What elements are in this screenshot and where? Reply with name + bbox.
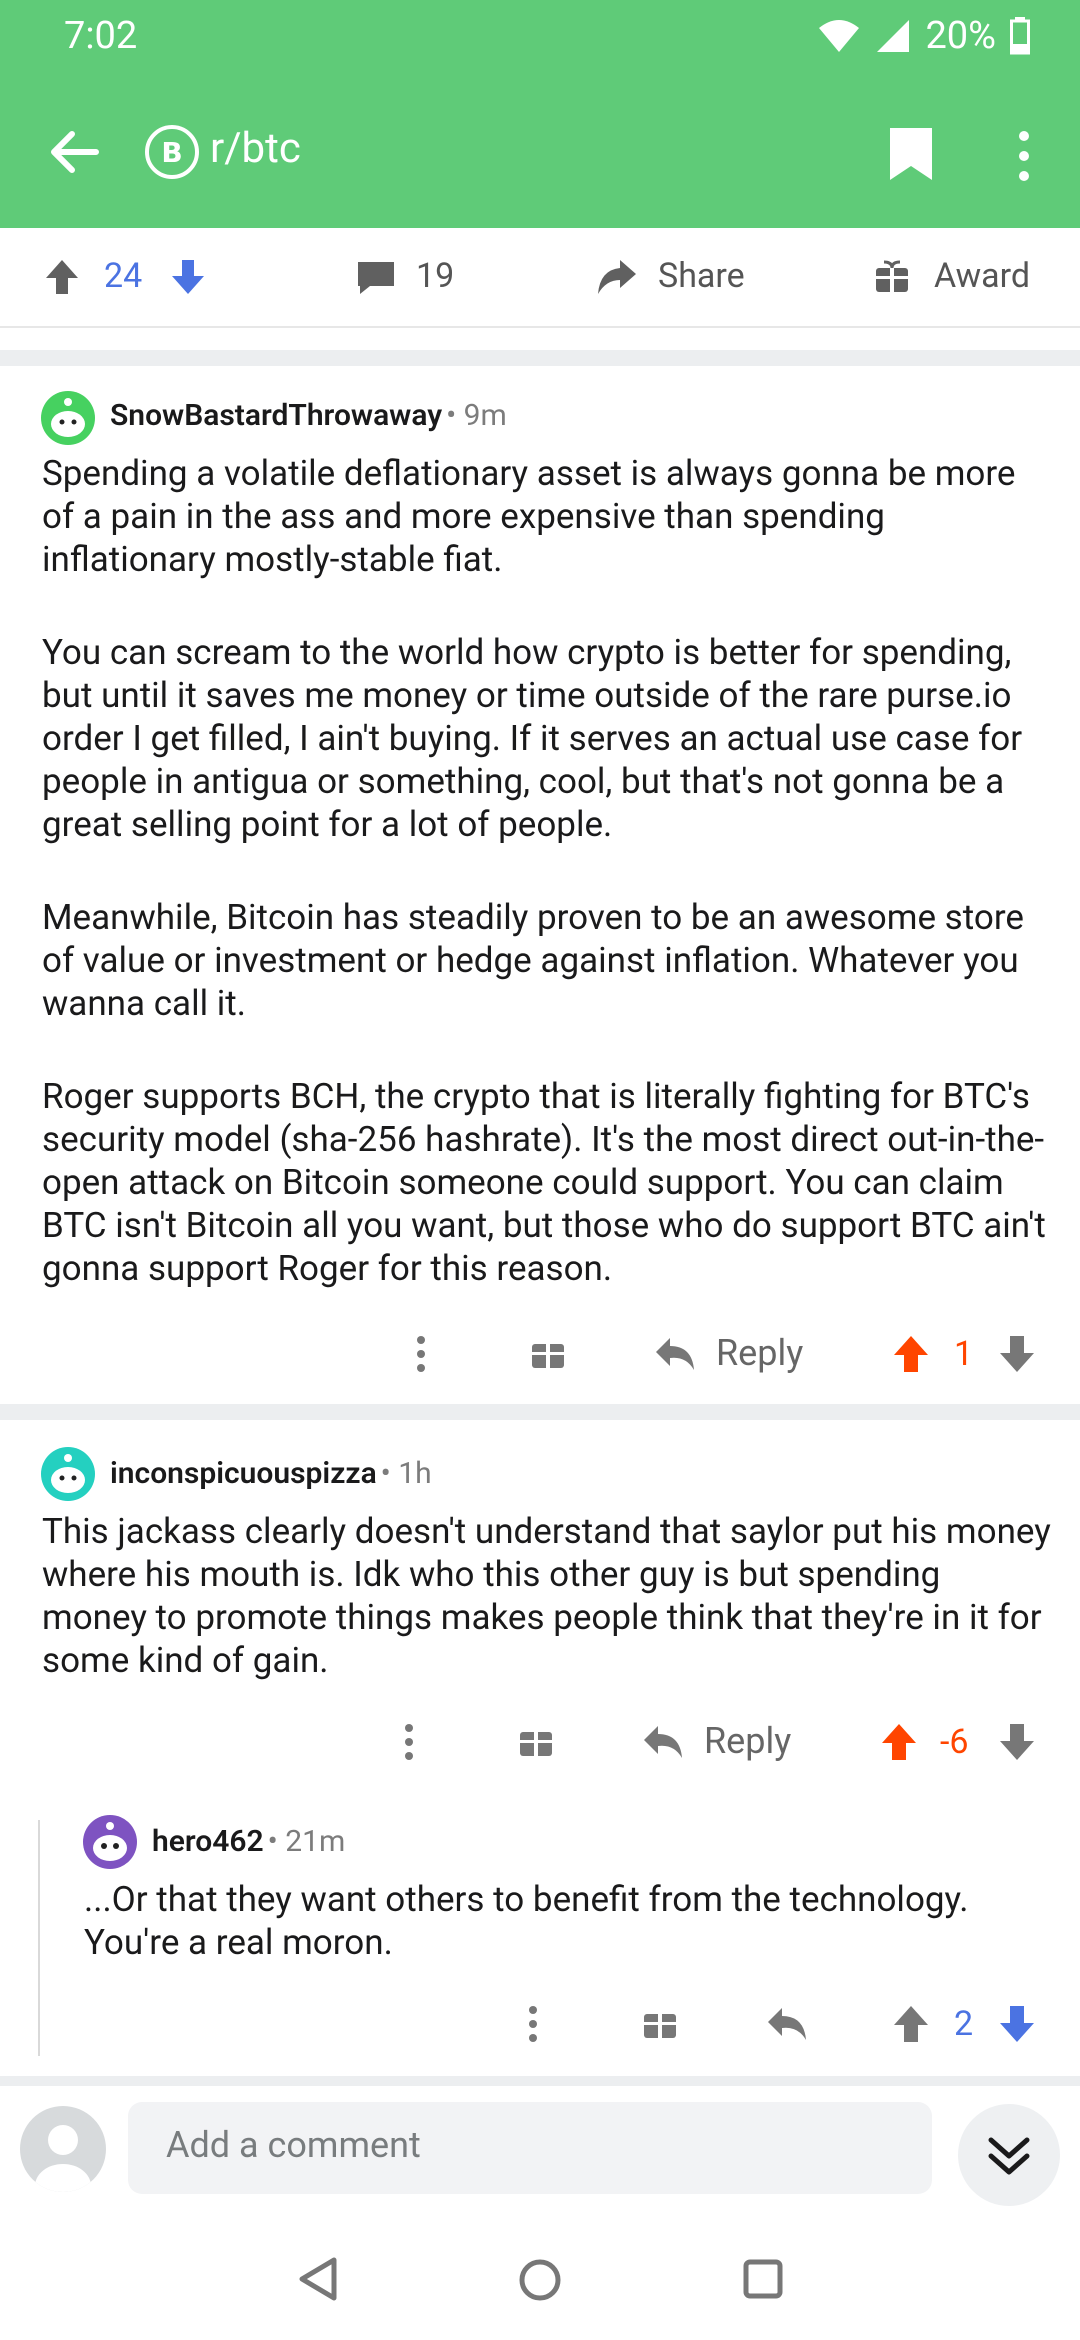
comment-header: inconspicuouspizza • 1h	[110, 1456, 432, 1491]
section-separator	[0, 1404, 1080, 1420]
comment-header: hero462 • 21m	[152, 1824, 346, 1859]
reply-icon[interactable]	[654, 1334, 696, 1372]
upvote-icon[interactable]	[880, 1722, 918, 1762]
reply-icon[interactable]	[766, 2004, 808, 2042]
comment-count[interactable]: 19	[416, 256, 454, 296]
avatar-icon	[83, 1815, 137, 1869]
nav-back-icon[interactable]	[296, 2256, 338, 2302]
battery-icon	[1010, 17, 1030, 55]
award-button[interactable]: Award	[934, 256, 1030, 296]
award-icon[interactable]	[518, 1724, 554, 1758]
comment-paragraph: You can scream to the world how crypto i…	[42, 632, 1023, 845]
comment-avatar[interactable]	[82, 1814, 138, 1874]
collapse-button[interactable]	[958, 2104, 1060, 2206]
comment-paragraph: Roger supports BCH, the crypto that is l…	[42, 1076, 1046, 1289]
upvote-icon[interactable]	[44, 258, 80, 296]
comment-body: ...Or that they want others to benefit f…	[84, 1878, 1044, 1964]
upvote-icon[interactable]	[892, 2004, 930, 2044]
btc-icon[interactable]: B	[144, 124, 200, 180]
battery-percent: 20%	[925, 14, 996, 58]
award-icon[interactable]	[530, 1336, 566, 1370]
award-icon[interactable]	[642, 2006, 678, 2040]
status-time: 7:02	[64, 14, 138, 58]
nav-home-icon[interactable]	[518, 2258, 562, 2302]
comment-author[interactable]: SnowBastardThrowaway	[110, 398, 442, 433]
svg-text:B: B	[161, 136, 182, 169]
add-comment-input[interactable]: Add a comment	[128, 2102, 932, 2194]
divider	[0, 326, 1080, 328]
upvote-icon[interactable]	[892, 1334, 930, 1374]
more-vertical-icon[interactable]	[526, 2004, 540, 2044]
more-vertical-icon[interactable]	[414, 1334, 428, 1374]
comment-paragraph: Spending a volatile deflationary asset i…	[42, 453, 1016, 580]
app-header: 7:02 20% B r/btc	[0, 0, 1080, 228]
signal-icon	[877, 20, 910, 52]
comment-paragraph: This jackass clearly doesn't understand …	[42, 1511, 1051, 1681]
post-actions: 24 19 Share Award	[0, 228, 1080, 328]
comment-author[interactable]: hero462	[152, 1824, 264, 1859]
post-score: 24	[104, 256, 143, 296]
reply-button[interactable]: Reply	[704, 1720, 791, 1762]
section-separator	[0, 2076, 1080, 2086]
comment-time: 1h	[398, 1456, 432, 1491]
system-navbar	[0, 2218, 1080, 2340]
comment-body: Spending a volatile deflationary asset i…	[42, 452, 1052, 1290]
comment-paragraph: Meanwhile, Bitcoin has steadily proven t…	[42, 897, 1024, 1024]
comment-icon[interactable]	[356, 260, 396, 296]
wifi-icon	[819, 20, 860, 52]
more-vertical-icon[interactable]	[1010, 126, 1038, 186]
status-icons: 20%	[817, 14, 1030, 58]
reply-button[interactable]: Reply	[716, 1332, 803, 1374]
section-separator	[0, 350, 1080, 366]
comment-header: SnowBastardThrowaway • 9m	[110, 398, 507, 433]
collapse-icon	[988, 2137, 1030, 2175]
avatar-icon	[35, 2125, 91, 2192]
downvote-icon[interactable]	[998, 1334, 1036, 1374]
comment-avatar[interactable]	[40, 1446, 96, 1506]
comment-score: -6	[940, 1722, 969, 1762]
bookmark-icon[interactable]	[886, 126, 936, 182]
reply-icon[interactable]	[642, 1722, 684, 1760]
comment-score: 1	[954, 1334, 974, 1374]
thread-line	[38, 1820, 40, 2056]
comment-body: This jackass clearly doesn't understand …	[42, 1510, 1052, 1682]
comment-avatar[interactable]	[40, 390, 96, 450]
share-icon[interactable]	[596, 258, 638, 296]
nav-recents-icon[interactable]	[742, 2258, 784, 2300]
more-vertical-icon[interactable]	[402, 1722, 416, 1762]
downvote-icon[interactable]	[170, 258, 206, 296]
share-button[interactable]: Share	[658, 256, 745, 296]
award-icon[interactable]	[874, 260, 910, 294]
comment-author[interactable]: inconspicuouspizza	[110, 1456, 377, 1491]
back-arrow-icon[interactable]	[44, 122, 104, 182]
avatar-icon	[41, 1447, 95, 1501]
downvote-icon[interactable]	[998, 2004, 1036, 2044]
downvote-icon[interactable]	[998, 1722, 1036, 1762]
comment-score: 2	[954, 2004, 974, 2044]
comment-time: 21m	[285, 1824, 346, 1859]
user-avatar[interactable]	[20, 2106, 106, 2192]
avatar-icon	[41, 391, 95, 445]
comment-paragraph: ...Or that they want others to benefit f…	[84, 1879, 969, 1963]
subreddit-name[interactable]: r/btc	[210, 124, 301, 173]
comment-time: 9m	[463, 398, 507, 433]
